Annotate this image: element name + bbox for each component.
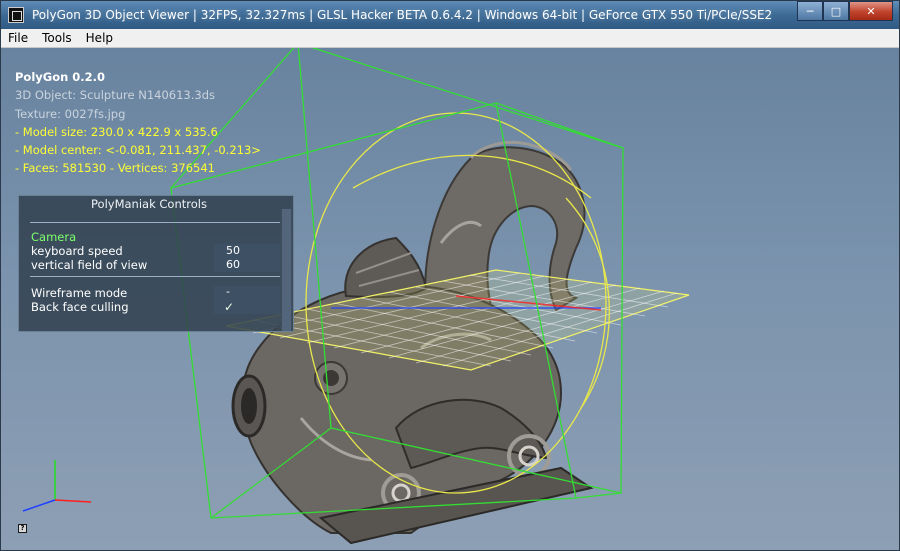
keyboard-speed-row: keyboard speed 50 [31, 244, 281, 258]
3d-viewport[interactable]: PolyGon 0.2.0 3D Object: Sculpture N1406… [1, 48, 899, 550]
backface-row: Back face culling ✓ [31, 300, 281, 314]
wireframe-label: Wireframe mode [31, 286, 128, 300]
window-title: PolyGon 3D Object Viewer | 32FPS, 32.327… [32, 8, 773, 22]
panel-scrollbar[interactable] [281, 209, 292, 331]
texture-name: Texture: 0027fs.jpg [15, 106, 126, 121]
model-info-overlay: PolyGon 0.2.0 3D Object: Sculpture N1406… [15, 68, 261, 178]
backface-label: Back face culling [31, 300, 129, 314]
object-name: 3D Object: Sculpture N140613.3ds [15, 88, 215, 103]
wireframe-toggle[interactable]: - [214, 286, 280, 300]
menu-help[interactable]: Help [79, 31, 120, 45]
polymaniak-controls-panel: PolyManiak Controls Camera keyboard spee… [18, 195, 294, 332]
fov-row: vertical field of view 60 [31, 258, 281, 272]
model-center: - Model center: <-0.081, 211.437, -0.213… [15, 143, 261, 158]
maximize-button[interactable]: □ [823, 1, 849, 21]
panel-divider [30, 276, 280, 277]
window-controls: ─ □ ✕ [797, 1, 893, 21]
backface-toggle[interactable]: ✓ [214, 300, 280, 314]
scrollbar-thumb[interactable] [282, 209, 291, 331]
xyz-axes-gizmo-icon [22, 460, 92, 512]
app-version: PolyGon 0.2.0 [15, 70, 106, 84]
camera-section-label: Camera [31, 230, 77, 244]
keyboard-speed-label: keyboard speed [31, 244, 123, 258]
faces-vertices: - Faces: 581530 - Vertices: 376541 [15, 161, 215, 176]
help-icon[interactable]: ? [18, 524, 27, 533]
panel-divider [30, 222, 280, 223]
fov-field[interactable]: 60 [214, 258, 280, 272]
wireframe-row: Wireframe mode - [31, 286, 281, 300]
checkmark-icon: ✓ [224, 300, 235, 314]
menu-tools[interactable]: Tools [35, 31, 79, 45]
minimize-button[interactable]: ─ [797, 1, 823, 21]
polygon-app-icon[interactable] [8, 7, 24, 23]
menu-bar: File Tools Help [1, 29, 899, 48]
panel-title: PolyManiak Controls [91, 197, 207, 211]
keyboard-speed-field[interactable]: 50 [214, 244, 280, 258]
menu-file[interactable]: File [1, 31, 35, 45]
model-size: - Model size: 230.0 x 422.9 x 535.6 [15, 124, 218, 139]
title-bar[interactable]: PolyGon 3D Object Viewer | 32FPS, 32.327… [1, 1, 899, 29]
fov-label: vertical field of view [31, 258, 148, 272]
close-button[interactable]: ✕ [849, 1, 893, 21]
app-window: PolyGon 3D Object Viewer | 32FPS, 32.327… [0, 0, 900, 551]
